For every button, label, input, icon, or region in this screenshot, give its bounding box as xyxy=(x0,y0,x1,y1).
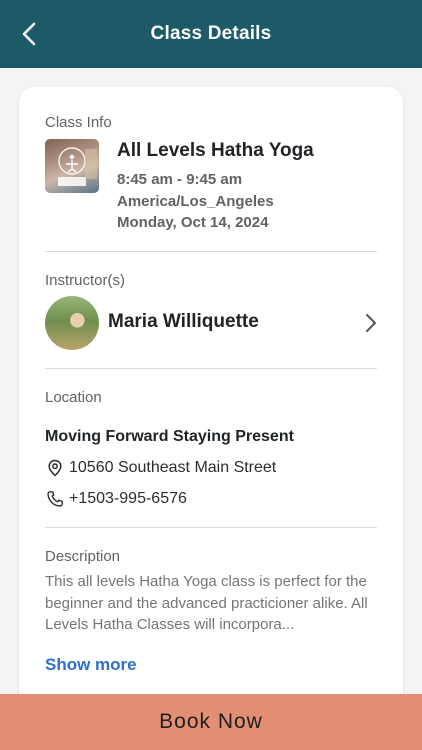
page-title: Class Details xyxy=(150,23,272,44)
avatar[interactable] xyxy=(45,296,99,350)
class-date: Monday, Oct 14, 2024 xyxy=(117,214,269,231)
divider xyxy=(45,251,377,252)
location-name: Moving Forward Staying Present xyxy=(45,428,294,445)
class-title: All Levels Hatha Yoga xyxy=(117,140,314,161)
chevron-left-icon xyxy=(22,22,36,46)
divider xyxy=(45,527,377,528)
class-thumbnail xyxy=(45,139,99,193)
class-info-label: Class Info xyxy=(45,114,112,131)
class-details-card: Class Info All Levels Hatha Yoga 8:45 am… xyxy=(19,87,403,727)
header-bar: Class Details xyxy=(0,0,422,68)
instructor-name[interactable]: Maria Williquette xyxy=(108,311,259,333)
description-label: Description xyxy=(45,548,121,565)
phone-row[interactable]: +1503-995-6576 xyxy=(45,489,187,509)
map-pin-icon xyxy=(45,458,65,478)
book-now-button[interactable]: Book Now xyxy=(0,694,422,750)
location-label: Location xyxy=(45,389,102,406)
class-timezone: America/Los_Angeles xyxy=(117,193,274,210)
instructor-label: Instructor(s) xyxy=(45,272,126,289)
address-text: 10560 Southeast Main Street xyxy=(69,459,277,476)
phone-text: +1503-995-6576 xyxy=(69,490,187,507)
phone-icon xyxy=(45,489,65,509)
divider xyxy=(45,368,377,369)
back-button[interactable] xyxy=(10,14,50,54)
yoga-logo-icon xyxy=(45,139,99,193)
address-row[interactable]: 10560 Southeast Main Street xyxy=(45,458,276,478)
class-time: 8:45 am - 9:45 am xyxy=(117,171,243,188)
chevron-right-icon[interactable] xyxy=(359,311,383,335)
description-text: This all levels Hatha Yoga class is perf… xyxy=(45,573,368,633)
show-more-link[interactable]: Show more xyxy=(45,655,137,675)
